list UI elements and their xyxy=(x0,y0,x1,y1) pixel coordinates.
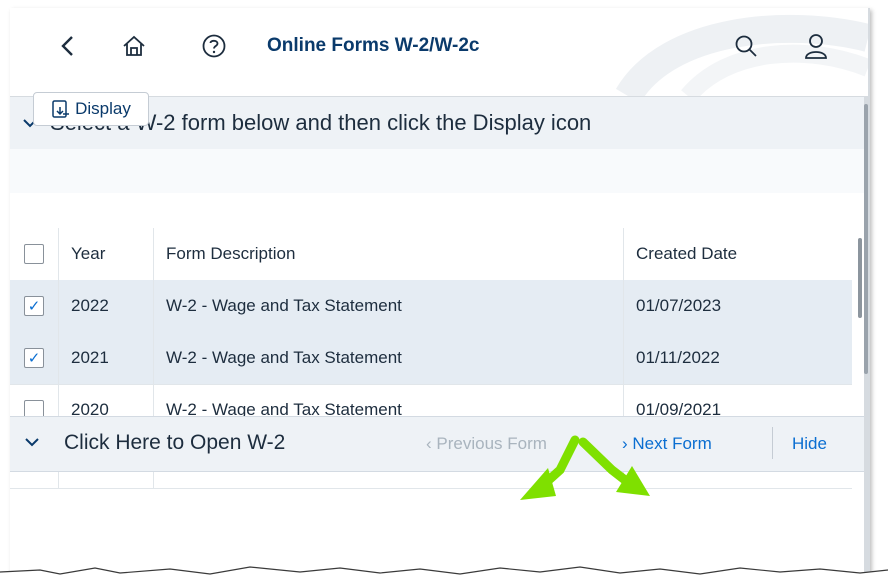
page-scrollbar-thumb[interactable] xyxy=(864,104,868,374)
display-document-icon xyxy=(52,100,70,118)
open-w2-title[interactable]: Click Here to Open W-2 xyxy=(64,431,285,455)
chevron-left-icon xyxy=(61,36,73,56)
row-year: 2022 xyxy=(59,280,154,332)
hide-button[interactable]: Hide xyxy=(792,434,827,454)
open-w2-bar: Click Here to Open W-2 ‹ Previous Form ›… xyxy=(10,416,864,472)
search-icon xyxy=(735,35,757,57)
help-icon xyxy=(202,34,226,58)
torn-edge xyxy=(0,566,888,588)
home-button[interactable] xyxy=(114,26,154,66)
display-button-label: Display xyxy=(75,99,131,118)
column-header-year[interactable]: Year xyxy=(59,228,154,280)
home-icon xyxy=(123,35,145,56)
select-all-checkbox[interactable] xyxy=(24,244,44,264)
select-all-cell xyxy=(10,228,59,280)
column-header-form-description[interactable]: Form Description xyxy=(154,228,624,280)
table-scrollbar[interactable] xyxy=(858,238,862,318)
shell-bar: Online Forms W-2/W-2c xyxy=(10,8,868,97)
row-created-date: 01/11/2022 xyxy=(636,348,720,367)
display-button[interactable]: Display xyxy=(33,92,149,126)
footer-divider xyxy=(772,427,773,459)
chevron-right-icon: › xyxy=(622,434,628,453)
row-checkbox[interactable]: ✓ xyxy=(24,296,44,316)
back-button[interactable] xyxy=(48,26,88,66)
previous-form-label: Previous Form xyxy=(436,434,547,453)
table-row[interactable]: ✓ 2021 W-2 - Wage and Tax Statement 01/1… xyxy=(10,332,852,385)
page-title: Online Forms W-2/W-2c xyxy=(267,35,480,56)
next-form-button[interactable]: › Next Form xyxy=(622,434,712,454)
previous-form-button[interactable]: ‹ Previous Form xyxy=(426,434,547,454)
table-toolbar xyxy=(10,149,864,193)
user-button[interactable] xyxy=(796,26,836,66)
row-created-date: 01/07/2023 xyxy=(636,296,722,315)
app-window: Online Forms W-2/W-2c Select a W-2 form … xyxy=(10,8,870,574)
search-button[interactable] xyxy=(726,26,766,66)
next-form-label: Next Form xyxy=(632,434,712,453)
chevron-down-icon[interactable] xyxy=(24,431,40,454)
help-button[interactable] xyxy=(194,26,234,66)
table-header-row: Year Form Description Created Date xyxy=(10,228,852,281)
row-checkbox[interactable]: ✓ xyxy=(24,348,44,368)
row-description: W-2 - Wage and Tax Statement xyxy=(154,280,624,332)
table-row[interactable]: ✓ 2022 W-2 - Wage and Tax Statement 01/0… xyxy=(10,280,852,333)
chevron-left-icon: ‹ xyxy=(426,434,432,453)
column-header-created-date[interactable]: Created Date xyxy=(624,228,737,280)
user-icon xyxy=(805,34,827,59)
row-year: 2021 xyxy=(59,332,154,384)
row-description: W-2 - Wage and Tax Statement xyxy=(154,332,624,384)
